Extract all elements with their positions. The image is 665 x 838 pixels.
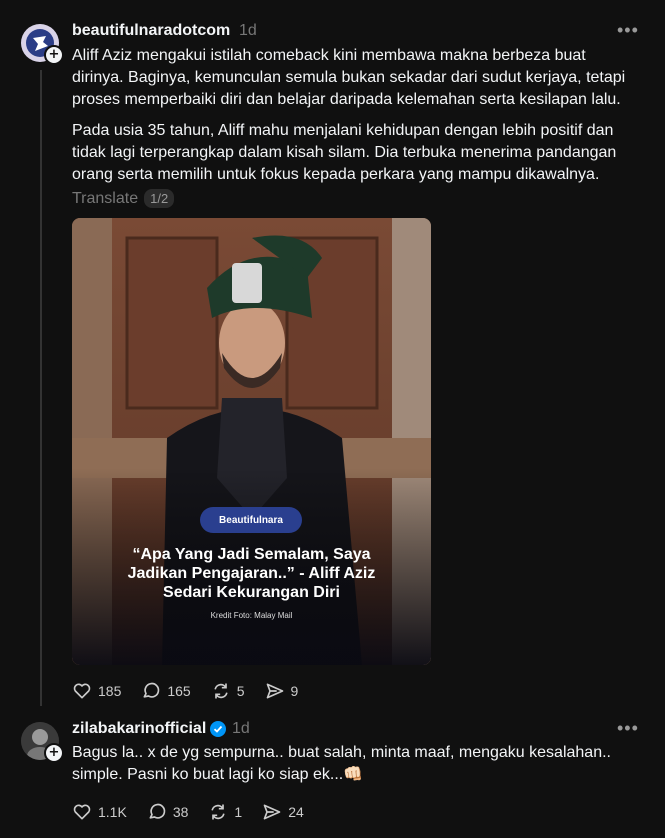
translate-label[interactable]: Translate	[72, 190, 138, 207]
comment-icon	[149, 803, 166, 819]
post-text: Pada usia 35 tahun, Aliff mahu menjalani…	[72, 120, 652, 186]
caption-line: “Apa Yang Jadi Semalam, Saya	[132, 546, 371, 563]
share-count: 9	[290, 683, 299, 699]
repost-count: 1	[234, 804, 243, 820]
comment-icon	[143, 682, 160, 698]
text-line: tidak lagi terperangkap dalam kisah sila…	[72, 144, 617, 161]
follow-plus-icon[interactable]: +	[44, 45, 64, 65]
image-caption: “Apa Yang Jadi Semalam, Saya Jadikan Pen…	[72, 545, 431, 602]
heart-icon	[73, 683, 91, 699]
text-line: simple. Pasni ko buat lagi ko siap ek...…	[72, 766, 364, 783]
share-icon	[266, 683, 283, 699]
comment-count: 38	[172, 804, 189, 820]
like-count: 1.1K	[98, 804, 127, 820]
post-image[interactable]: Beautifulnara “Apa Yang Jadi Semalam, Sa…	[72, 218, 431, 665]
username[interactable]: zilabakarinofficial	[72, 720, 227, 738]
reply-text: Bagus la.. x de yg sempurna.. buat salah…	[72, 742, 652, 786]
thread-line	[40, 70, 42, 706]
username[interactable]: beautifulnaradotcom	[72, 22, 230, 40]
more-options-icon[interactable]: •••	[617, 718, 639, 739]
brand-logo-text: Beautifulnara	[219, 514, 283, 526]
more-options-icon[interactable]: •••	[617, 20, 639, 41]
caption-line: Jadikan Pengajaran..” - Aliff Aziz	[127, 565, 376, 582]
verified-badge-icon	[210, 720, 227, 737]
post-text: Aliff Aziz mengakui istilah comeback kin…	[72, 45, 652, 111]
share-button[interactable]: 24	[262, 802, 304, 822]
like-count: 185	[98, 683, 122, 699]
translate-link[interactable]: Translate 1/2	[72, 189, 175, 208]
heart-icon	[73, 804, 91, 820]
text-line: Pada usia 35 tahun, Aliff mahu menjalani…	[72, 122, 614, 139]
repost-button[interactable]: 1	[208, 802, 242, 822]
repost-icon	[211, 804, 226, 820]
text-line: Bagus la.. x de yg sempurna.. buat salah…	[72, 744, 611, 761]
comment-count: 165	[167, 683, 191, 699]
action-bar: 185 165 5 9	[72, 681, 318, 701]
text-line: dirinya. Baginya, kemunculan semula buka…	[72, 69, 626, 86]
repost-button[interactable]: 5	[211, 681, 245, 701]
post-time: 1d	[239, 22, 257, 39]
username-text[interactable]: zilabakarinofficial	[72, 720, 206, 737]
comment-button[interactable]: 165	[141, 681, 191, 701]
comment-button[interactable]: 38	[147, 802, 189, 822]
text-line: orang serta memilih untuk fokus kepada p…	[72, 166, 600, 183]
like-button[interactable]: 185	[72, 681, 121, 701]
page-badge: 1/2	[144, 189, 175, 208]
action-bar: 1.1K 38 1 24	[72, 802, 324, 822]
repost-icon	[214, 683, 228, 699]
text-line: Aliff Aziz mengakui istilah comeback kin…	[72, 47, 586, 64]
like-button[interactable]: 1.1K	[72, 802, 127, 822]
brand-logo: Beautifulnara	[200, 507, 302, 533]
photo-credit: Kredit Foto: Malay Mail	[210, 611, 293, 620]
share-count: 24	[288, 804, 304, 820]
text-line: proses memperbaiki diri dan belajar dari…	[72, 91, 621, 108]
follow-plus-icon[interactable]: +	[44, 743, 64, 763]
caption-line: Sedari Kekurangan Diri	[163, 584, 340, 601]
post-time: 1d	[232, 720, 250, 737]
repost-count: 5	[236, 683, 245, 699]
share-button[interactable]: 9	[265, 681, 299, 701]
share-icon	[263, 804, 281, 820]
